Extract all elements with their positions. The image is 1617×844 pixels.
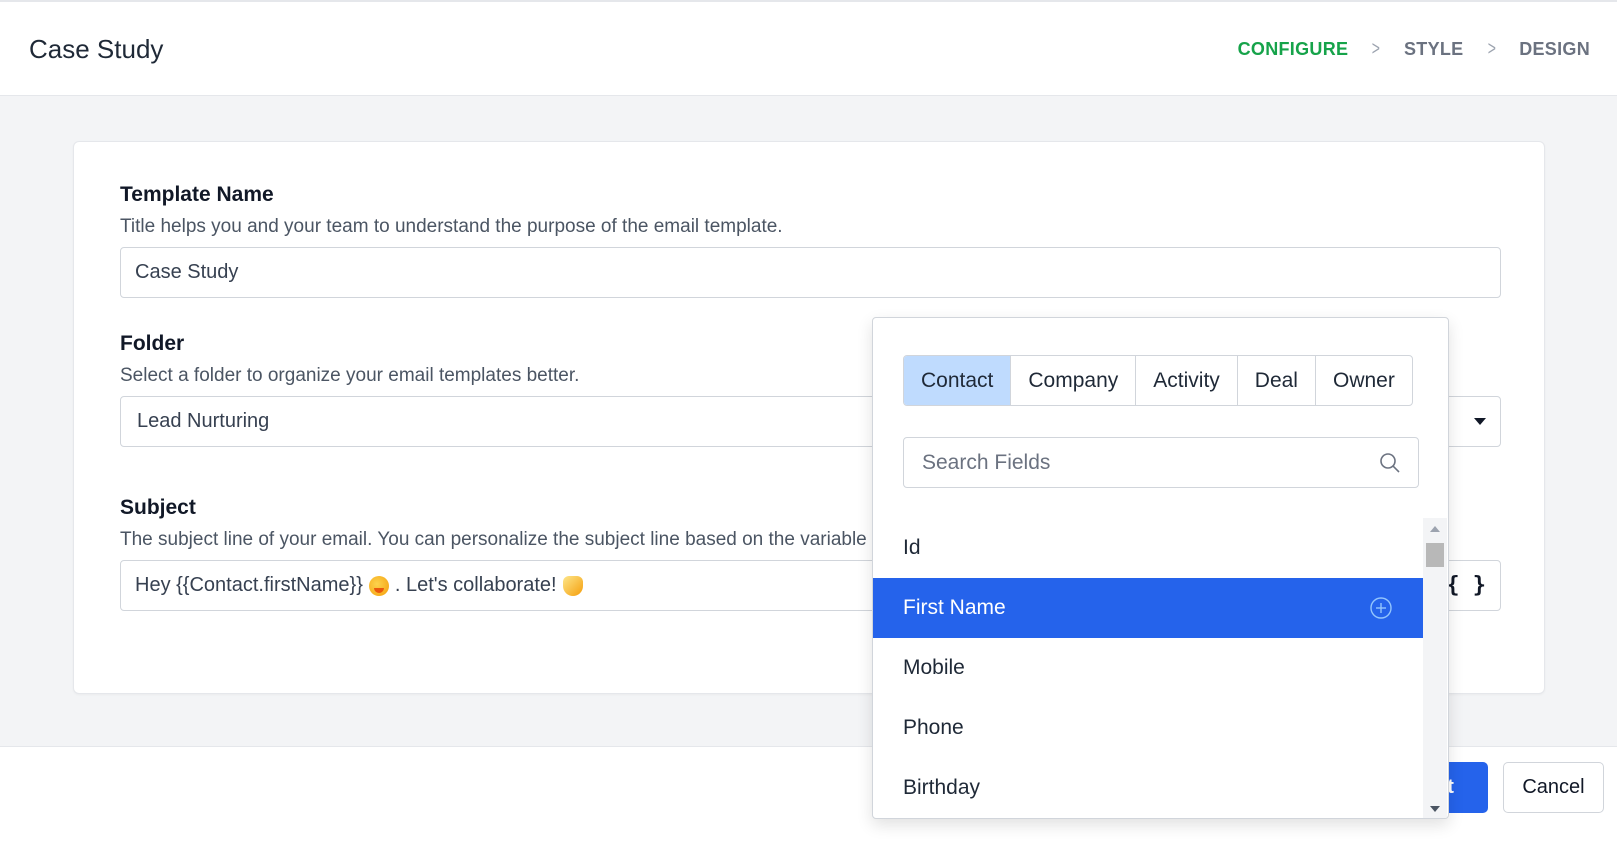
template-name-title: Template Name — [120, 183, 274, 206]
tab-contact[interactable]: Contact — [904, 356, 1012, 405]
field-label: Mobile — [903, 656, 965, 679]
caret-down-icon — [1474, 418, 1486, 425]
field-list: Id First Name Mobile Phone Birthday — [873, 518, 1423, 818]
step-design[interactable]: DESIGN — [1519, 39, 1590, 60]
variable-category-tabs: Contact Company Activity Deal Owner — [903, 355, 1413, 406]
hugging-face-emoji-icon — [368, 575, 389, 596]
step-style[interactable]: STYLE — [1404, 39, 1464, 60]
page-title: Case Study — [29, 34, 164, 64]
scroll-up-arrow-icon[interactable] — [1430, 526, 1440, 532]
step-configure[interactable]: CONFIGURE — [1238, 39, 1349, 60]
template-name-description: Title helps you and your team to underst… — [120, 216, 783, 237]
tab-company[interactable]: Company — [1011, 356, 1137, 405]
list-item[interactable]: Id — [873, 518, 1423, 578]
add-circle-icon[interactable] — [1369, 596, 1393, 620]
handshake-emoji-icon — [562, 575, 583, 596]
wizard-steps: CONFIGURE > STYLE > DESIGN — [1238, 38, 1590, 61]
tab-deal[interactable]: Deal — [1238, 356, 1316, 405]
template-name-value: Case Study — [135, 261, 239, 283]
list-item[interactable]: First Name — [873, 578, 1423, 638]
top-bar: Case Study CONFIGURE > STYLE > DESIGN — [0, 0, 1617, 96]
cancel-button[interactable]: Cancel — [1503, 762, 1604, 813]
subject-title: Subject — [120, 496, 196, 519]
tab-owner[interactable]: Owner — [1316, 356, 1412, 405]
field-label: Phone — [903, 716, 964, 739]
scrollbar-thumb[interactable] — [1426, 543, 1444, 567]
subject-description: The subject line of your email. You can … — [120, 529, 867, 550]
chevron-right-icon: > — [1487, 38, 1496, 60]
template-name-input[interactable]: Case Study — [120, 247, 1501, 298]
folder-description: Select a folder to organize your email t… — [120, 365, 580, 386]
folder-title: Folder — [120, 332, 185, 355]
field-label: Id — [903, 536, 921, 559]
scroll-down-arrow-icon[interactable] — [1430, 806, 1440, 812]
list-item[interactable]: Phone — [873, 698, 1423, 758]
chevron-right-icon: > — [1372, 38, 1381, 60]
insert-variable-button[interactable]: { } — [1446, 573, 1486, 598]
search-placeholder: Search Fields — [922, 450, 1051, 474]
search-fields-input[interactable]: Search Fields — [903, 437, 1419, 488]
variable-picker-popover: Contact Company Activity Deal Owner Sear… — [872, 317, 1449, 819]
subject-value-start: Hey {{Contact.firstName}} — [135, 574, 363, 596]
subject-value-end: . Let's collaborate! — [394, 574, 557, 596]
tab-activity[interactable]: Activity — [1136, 356, 1238, 405]
folder-value: Lead Nurturing — [137, 410, 270, 432]
field-label: First Name — [903, 596, 1006, 619]
list-item[interactable]: Birthday — [873, 758, 1423, 818]
list-item[interactable]: Mobile — [873, 638, 1423, 698]
search-icon — [1380, 453, 1400, 473]
field-label: Birthday — [903, 776, 981, 799]
field-list-scrollbar[interactable] — [1423, 518, 1447, 818]
